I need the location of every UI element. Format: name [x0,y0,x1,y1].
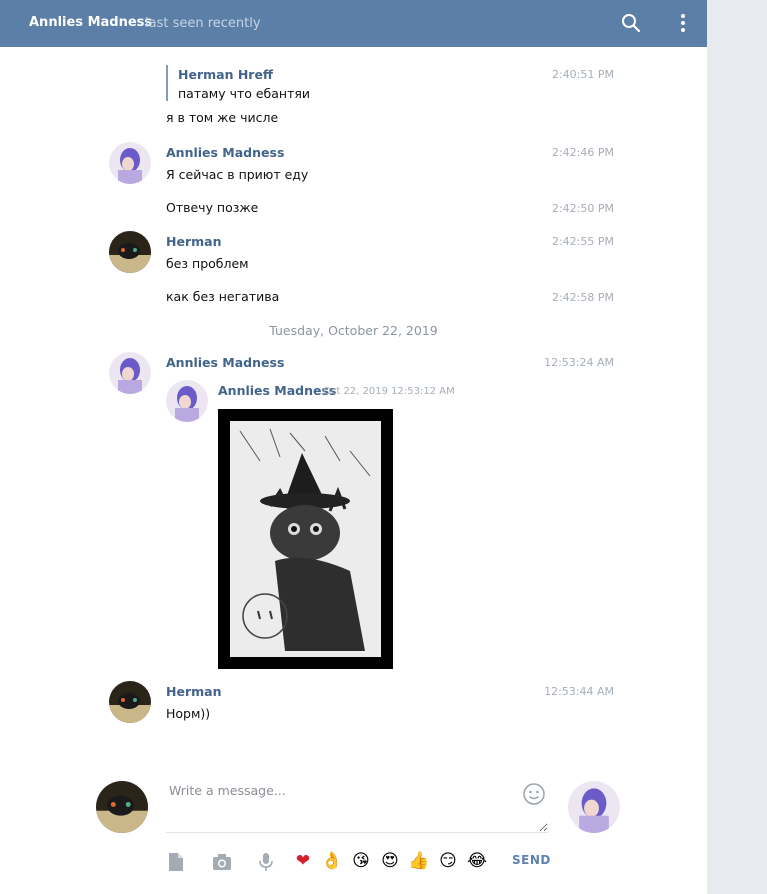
message-text: Норм)) [166,706,211,721]
chat-status: last seen recently [145,16,261,31]
message-time: 2:42:50 PM [551,202,614,215]
emoji-joy-icon[interactable]: 😂 [466,850,488,872]
photo-image [230,421,381,657]
message-time: 2:42:46 PM [551,146,614,159]
emoji-heart-icon[interactable]: ❤ [292,850,314,872]
right-background [707,0,767,894]
photo-attachment[interactable] [218,409,393,669]
message-time: 2:42:55 PM [551,235,614,248]
sender-name[interactable]: Herman [166,234,221,249]
message-time: 2:40:51 PM [551,68,614,81]
sender-name[interactable]: Herman [166,684,221,699]
message-time: 12:53:44 AM [544,685,614,698]
emoji-thumbs-up-icon[interactable]: 👍 [408,850,430,872]
message-input[interactable] [166,777,548,833]
message-text: Я сейчас в приют еду [166,167,309,182]
sender-name[interactable]: Annlies Madness [166,355,284,370]
attach-document-icon[interactable] [165,851,187,873]
message-text: я в том же числе [166,110,279,125]
avatar-herman[interactable] [109,681,151,723]
forwarded-date[interactable]: Oct 22, 2019 12:53:12 AM [323,386,455,397]
message-feed: Herman Hreff патаму что ебантяи 2:40:51 … [0,47,707,767]
avatar-annlies[interactable] [109,142,151,184]
peer-avatar[interactable] [568,781,620,833]
emoji-ok-hand-icon[interactable]: 👌 [321,850,343,872]
search-icon[interactable] [620,12,642,34]
microphone-icon[interactable] [255,851,277,873]
chat-title[interactable]: Annlies Madness [29,15,152,30]
message-text: без проблем [166,256,249,271]
emoji-kiss-icon[interactable]: 😘 [350,850,372,872]
message-time: 2:42:58 PM [551,291,614,304]
chat-header: Annlies Madness last seen recently [0,0,707,47]
avatar-annlies[interactable] [109,352,151,394]
attach-photo-icon[interactable] [211,851,233,873]
chat-window: Annlies Madness last seen recently Herma… [0,0,707,894]
message-text: Отвечу позже [166,200,259,215]
my-avatar[interactable] [96,781,148,833]
quoted-reply[interactable]: Herman Hreff патаму что ебантяи [166,65,546,101]
avatar-herman[interactable] [109,231,151,273]
sender-name[interactable]: Annlies Madness [166,145,284,160]
more-menu-icon[interactable] [672,12,694,34]
emoji-picker-icon[interactable] [522,782,546,806]
message-text: как без негатива [166,289,280,304]
emoji-smirk-icon[interactable]: 😏 [437,850,459,872]
date-separator: Tuesday, October 22, 2019 [269,323,438,338]
forwarded-avatar[interactable] [166,380,208,422]
quoted-text: патаму что ебантяи [178,86,311,101]
message-time: 12:53:24 AM [544,356,614,369]
message-composer: ❤ 👌 😘 😍 👍 😏 😂 SEND [0,767,707,894]
quoted-author[interactable]: Herman Hreff [178,67,546,82]
forwarded-author[interactable]: Annlies Madness [218,383,336,398]
send-button[interactable]: SEND [512,853,551,867]
emoji-heart-eyes-icon[interactable]: 😍 [379,850,401,872]
